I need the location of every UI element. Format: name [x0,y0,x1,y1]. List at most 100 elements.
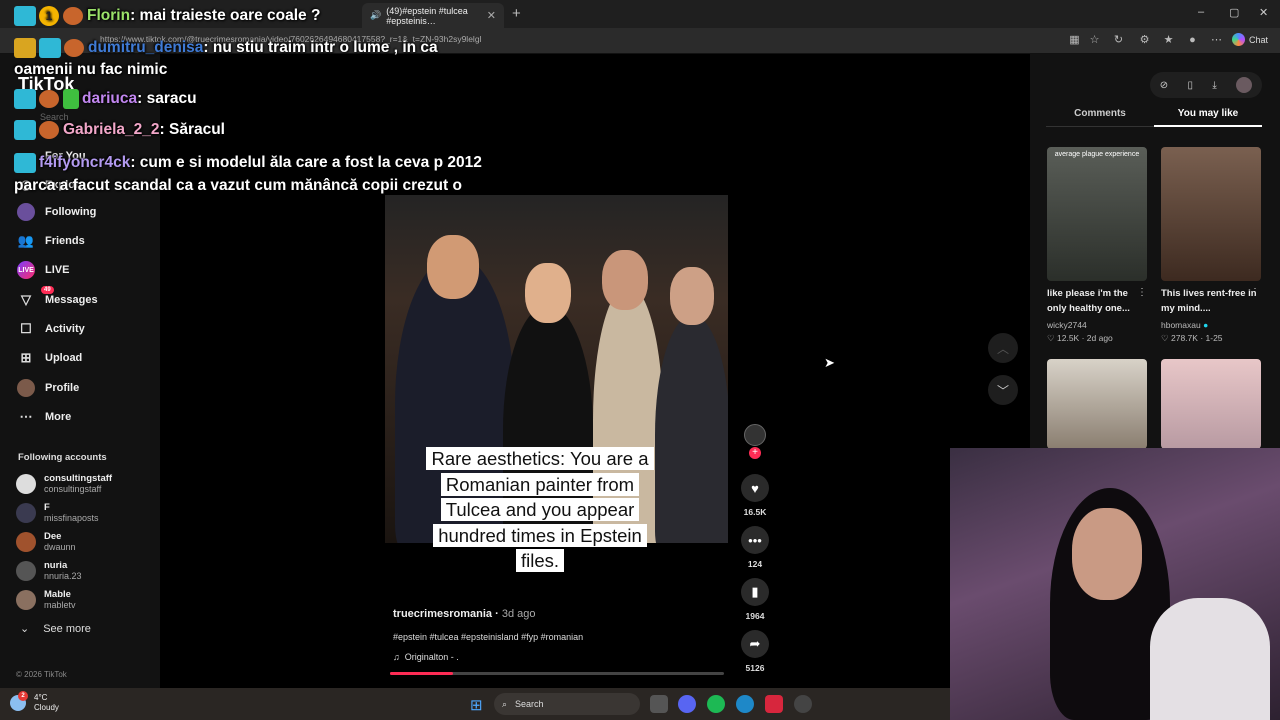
windows-start-icon[interactable]: ⊞ [470,696,483,714]
sidebar-item-upload[interactable]: ⊞ Upload [16,348,83,368]
sidebar-item-label: Activity [45,323,85,335]
compass-icon[interactable]: ⊘ [1160,80,1168,91]
sidebar-item-live[interactable]: LIVE LIVE [16,260,69,280]
sidebar-item-messages[interactable]: ▽ 49 Messages [16,286,98,310]
fox-emote-icon [64,38,84,57]
sidebar-item-activity[interactable]: ☐ Activity [16,319,85,339]
comment-button[interactable]: ••• 124 [740,526,770,569]
recommended-thumbnail[interactable] [1161,147,1261,281]
tab-you-may-like[interactable]: You may like [1154,108,1262,127]
following-account-item[interactable]: Mable mabletv [16,589,76,611]
like-button[interactable]: ♥ 16.5K [740,474,770,517]
minimize-button[interactable]: – [1198,6,1204,18]
previous-video-button[interactable]: ︿ [988,333,1018,363]
live-icon: LIVE [16,261,36,279]
following-accounts-title: Following accounts [18,452,107,463]
new-tab-button[interactable]: + [512,5,521,22]
chat-message: Gabriela_2_2: Săracul [14,120,225,140]
file-explorer-icon[interactable] [650,695,668,713]
creator-avatar[interactable] [744,424,766,446]
account-name: nuria [44,560,68,571]
refresh-icon[interactable]: ↻ [1112,34,1125,47]
following-account-item[interactable]: consultingstaff consultingstaff [16,473,112,495]
account-handle: consultingstaff [44,484,102,494]
thumbnail-caption: average plague experience [1054,151,1140,158]
sidebar-item-profile[interactable]: Profile [16,378,79,398]
spotify-icon[interactable] [707,695,725,713]
obs-icon[interactable] [794,695,812,713]
search-icon: ⌕ [502,698,508,709]
heart-icon: ♡ [1047,333,1055,343]
copilot-chat-button[interactable]: Chat [1232,33,1268,46]
browser-tab-active[interactable]: 🔊 (49)#epstein #tulcea #epsteinis… ✕ [362,3,504,28]
card-date: 2d ago [1086,333,1113,343]
reader-icon[interactable]: ▦ [1068,34,1081,47]
card-author[interactable]: wicky2744 [1047,320,1087,330]
close-window-button[interactable]: ✕ [1259,6,1268,19]
card-more-icon[interactable]: ⋮ [1250,287,1260,298]
account-handle: missfinaposts [44,513,99,523]
more-icon: ⋯ [19,409,33,424]
recommended-thumbnail[interactable] [1047,359,1147,449]
favorite-star-icon[interactable]: ☆ [1088,34,1101,47]
speaker-icon: 🔊 [370,10,382,20]
heart-icon: ♡ [1161,333,1169,343]
recommended-thumbnail[interactable]: average plague experience [1047,147,1147,281]
author-name[interactable]: truecrimesromania [393,608,492,620]
recommended-thumbnail[interactable] [1161,359,1261,449]
see-more-button[interactable]: ⌄ See more [20,622,91,636]
follow-plus-icon[interactable]: + [749,447,761,459]
app-icon[interactable] [765,695,783,713]
sound-label: Originalton - . [404,652,459,662]
tab-close-icon[interactable]: ✕ [487,9,496,22]
video-sound[interactable]: ♫ Originalton - . [393,652,459,662]
avatar [16,590,36,610]
card-author[interactable]: hbomaxau ● [1161,320,1208,330]
chat-text: saracu [146,90,197,108]
streamer-webcam [950,448,1280,720]
share-button[interactable]: ➦ 5126 [740,630,770,673]
account-name: F [44,502,50,513]
video-author[interactable]: truecrimesromania · 3d ago [393,608,535,620]
chat-message: f4ifyoncr4ck: cum e si modelul ăla care … [14,152,482,194]
download-icon[interactable]: ⤓ [1212,80,1216,91]
caption-text: Rare aesthetics: You are a Romanian pain… [426,447,654,572]
video-progress-bar[interactable] [390,672,724,675]
chat-username: Gabriela_2_2 [63,121,160,139]
following-account-item[interactable]: Fmissfinaposts [16,502,99,524]
profile-avatar-icon[interactable]: ● [1186,34,1199,47]
upload-icon: ⊞ [20,350,32,365]
card-more-icon[interactable]: ⋮ [1137,287,1147,298]
crown-icon [14,37,36,58]
chat-message: dumitru_denisa: nu stiu traim intr o lum… [14,37,438,78]
card-likes: 12.5K [1057,333,1080,343]
following-account-item[interactable]: Dee dwaunn [16,531,76,553]
chat-text: Săracul [168,121,225,139]
maximize-button[interactable]: ▢ [1229,6,1239,19]
more-menu-icon[interactable]: ⋯ [1210,34,1223,47]
activity-icon: ☐ [20,321,32,336]
video-hashtags[interactable]: #epstein #tulcea #epsteinisland #fyp #ro… [393,632,583,642]
sidebar-item-more[interactable]: ⋯ More [16,407,72,427]
card-title[interactable]: This lives rent-free in my mind.... [1161,286,1261,316]
extensions-icon[interactable]: ⚙ [1138,34,1151,47]
card-title[interactable]: like please i'm the only healthy one... [1047,286,1147,316]
sidebar-item-friends[interactable]: 👥 Friends [16,231,85,251]
weather-badge: 2 [18,691,28,701]
post-date: 3d ago [501,608,536,620]
favorites-icon[interactable]: ★ [1162,34,1175,47]
weather-widget[interactable]: 2 4°C Cloudy [10,691,59,713]
following-account-item[interactable]: nuria nnuria.23 [16,560,82,582]
video-caption-overlay: Rare aesthetics: You are a Romanian pain… [420,446,660,574]
save-button[interactable]: ▮ 1964 [740,578,770,621]
profile-icon [16,379,36,397]
next-video-button[interactable]: ﹀ [988,375,1018,405]
avatar[interactable] [1236,77,1253,93]
discord-icon[interactable] [678,695,696,713]
tab-comments[interactable]: Comments [1046,108,1154,127]
sidebar-item-following[interactable]: Following [16,202,96,222]
taskbar-search[interactable]: ⌕ Search [494,693,640,715]
edge-icon[interactable] [736,695,754,713]
device-icon[interactable]: ▯ [1188,80,1194,91]
coin-icon: 1 [39,6,59,26]
